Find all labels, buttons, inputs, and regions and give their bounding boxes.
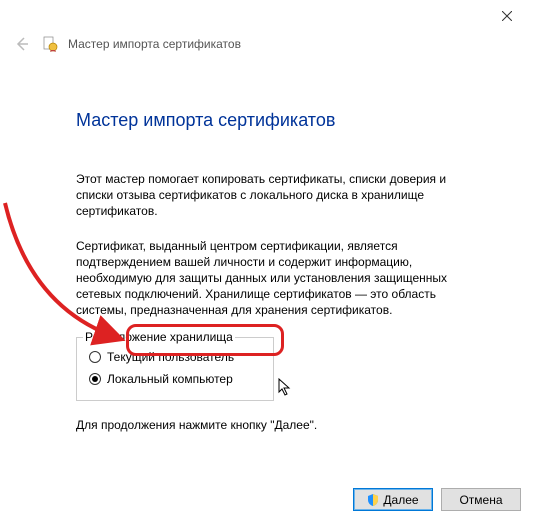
certificate-wizard-icon: [42, 36, 58, 52]
page-title: Мастер импорта сертификатов: [76, 110, 475, 131]
next-button-label: Далее: [383, 493, 418, 507]
radio-local-machine[interactable]: Локальный компьютер: [89, 368, 261, 390]
radio-local-machine-label: Локальный компьютер: [107, 372, 233, 386]
close-button[interactable]: [487, 4, 527, 28]
cancel-button-label: Отмена: [459, 493, 502, 507]
storage-location-legend: Расположение хранилища: [83, 330, 235, 344]
shield-icon: [367, 494, 379, 506]
next-button[interactable]: Далее: [353, 488, 433, 511]
window-title: Мастер импорта сертификатов: [68, 37, 241, 51]
close-icon: [502, 11, 512, 21]
radio-current-user[interactable]: Текущий пользователь: [89, 346, 261, 368]
radio-icon: [89, 351, 101, 363]
intro-paragraph: Этот мастер помогает копировать сертифик…: [76, 171, 475, 220]
back-arrow-icon: [14, 36, 30, 52]
cancel-button[interactable]: Отмена: [441, 488, 521, 511]
wizard-content: Мастер импорта сертификатов Этот мастер …: [0, 54, 535, 433]
storage-location-group: Расположение хранилища Текущий пользоват…: [76, 337, 274, 401]
dialog-footer: Далее Отмена: [353, 488, 521, 511]
radio-current-user-label: Текущий пользователь: [107, 350, 234, 364]
radio-icon: [89, 373, 101, 385]
titlebar: [0, 0, 535, 30]
header-row: Мастер импорта сертификатов: [0, 30, 535, 54]
back-button[interactable]: [12, 34, 32, 54]
continue-hint: Для продолжения нажмите кнопку "Далее".: [76, 417, 475, 433]
description-paragraph: Сертификат, выданный центром сертификаци…: [76, 238, 475, 319]
